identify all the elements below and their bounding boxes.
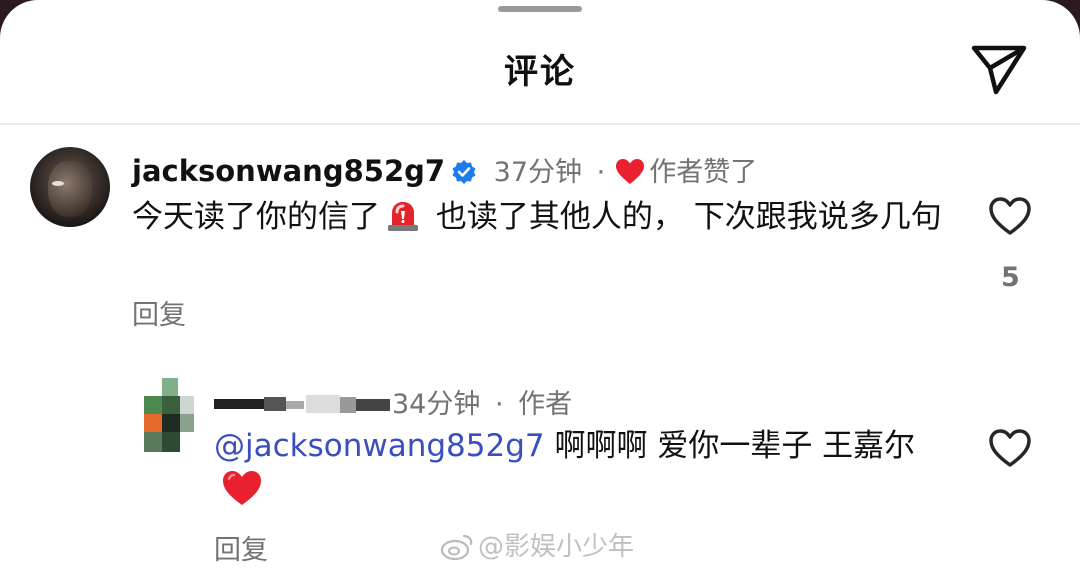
comment-body: 今天读了你的信了 也读了其他人的， 下次跟我说多几句 <box>132 195 952 239</box>
comment-text-after: 也读了其他人的， 下次跟我说多几句 <box>426 199 942 235</box>
weibo-logo-icon <box>440 533 474 568</box>
reply-text: 啊啊啊 爱你一辈子 王嘉尔 <box>544 428 916 464</box>
reply-button[interactable]: 回复 <box>214 528 268 567</box>
liked-by-author: 作者赞了 <box>649 157 758 188</box>
sheet-grabber[interactable] <box>498 6 582 12</box>
like-heart-icon[interactable] <box>988 428 1032 468</box>
redacted-username <box>214 393 390 419</box>
comments-sheet: 评论 jacksonwang852g7 37分钟 · 作者赞了 今天读了你的信了 … <box>0 0 1080 574</box>
siren-emoji-icon <box>386 199 420 233</box>
header-divider <box>0 123 1080 125</box>
like-heart-icon[interactable] <box>988 196 1032 236</box>
reply-time: 34分钟 <box>392 389 481 420</box>
red-heart-icon <box>615 158 645 193</box>
comment-time: 37分钟 <box>493 157 583 188</box>
mention-link[interactable]: @jacksonwang852g7 <box>214 428 545 464</box>
verified-badge-icon <box>451 159 477 192</box>
watermark-text: @影娱小少年 <box>478 532 635 562</box>
reply-separator: · <box>494 389 504 420</box>
red-heart-emoji-icon <box>220 468 264 520</box>
reply-avatar[interactable] <box>144 378 200 452</box>
comment-meta: jacksonwang852g7 37分钟 · 作者赞了 <box>132 150 757 193</box>
reply-meta: 34分钟 · 作者 <box>392 382 572 421</box>
comment-text-before: 今天读了你的信了 <box>132 199 380 235</box>
author-tag: 作者 <box>518 389 573 420</box>
weibo-watermark: @影娱小少年 <box>440 526 634 568</box>
share-send-icon[interactable] <box>966 38 1030 98</box>
meta-separator: · <box>596 157 606 188</box>
like-count: 5 <box>1001 262 1020 293</box>
comment-username[interactable]: jacksonwang852g7 <box>132 154 445 188</box>
sheet-title: 评论 <box>504 52 576 92</box>
avatar[interactable] <box>30 147 110 227</box>
reply-body: @jacksonwang852g7 啊啊啊 爱你一辈子 王嘉尔 <box>214 424 954 520</box>
reply-button[interactable]: 回复 <box>132 293 186 332</box>
